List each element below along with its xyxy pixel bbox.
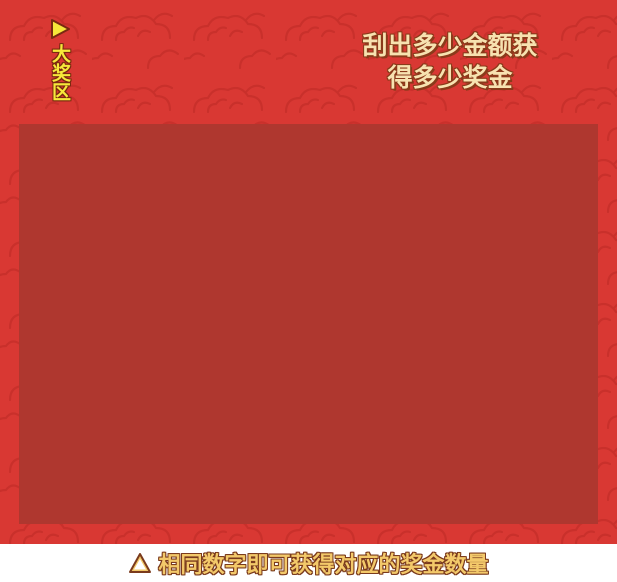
headline: 刮出多少金额获 得多少奖金: [330, 30, 570, 94]
prize-zone-label: 大奖区: [49, 44, 71, 101]
prize-zone-indicator: 大奖区: [47, 18, 73, 101]
footer-rule: 相同数字即可获得对应的奖金数量: [0, 544, 617, 582]
scratch-area[interactable]: [19, 124, 598, 524]
scratch-card: 大奖区 刮出多少金额获 得多少奖金: [0, 0, 617, 544]
warning-triangle-icon: [129, 553, 152, 573]
headline-line-1: 刮出多少金额获: [362, 31, 538, 60]
headline-line-2: 得多少奖金: [387, 63, 513, 92]
footer-text: 相同数字即可获得对应的奖金数量: [158, 553, 489, 578]
play-triangle-icon: [51, 19, 70, 39]
